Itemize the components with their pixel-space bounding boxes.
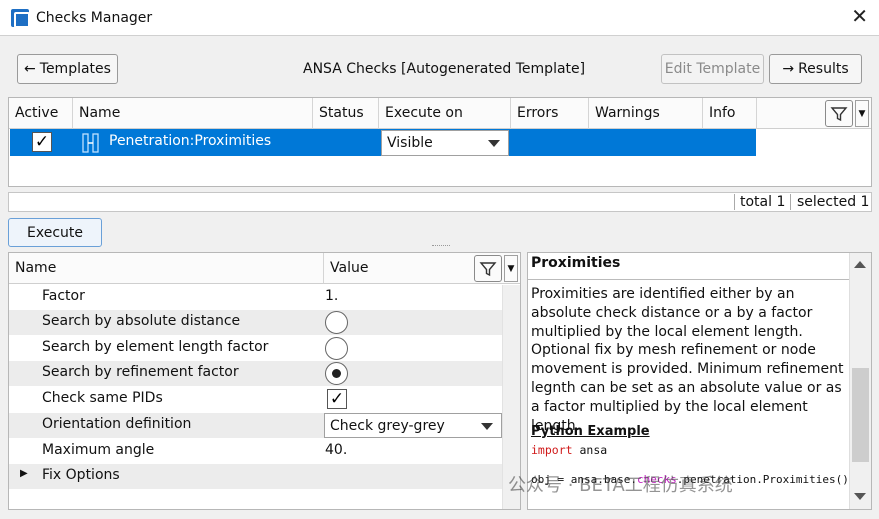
close-icon[interactable]: ✕: [851, 4, 868, 28]
element-length-factor-radio[interactable]: [325, 337, 348, 360]
refinement-factor-radio[interactable]: [325, 362, 348, 385]
status-bar: total 1 selected 1: [8, 192, 872, 212]
param-name: Check same PIDs: [42, 390, 163, 406]
param-row-refinement-factor: Search by refinement factor: [9, 361, 503, 386]
column-header-info[interactable]: Info: [703, 98, 757, 129]
info-divider: [528, 279, 850, 280]
execute-button[interactable]: Execute: [8, 218, 102, 247]
status-separator: [734, 194, 735, 210]
orientation-select[interactable]: Check grey-grey: [324, 413, 502, 438]
execute-on-select[interactable]: Visible: [381, 130, 509, 156]
results-button[interactable]: → Results: [769, 54, 862, 84]
column-header-warnings[interactable]: Warnings: [589, 98, 703, 129]
param-filter-dropdown[interactable]: ▼: [504, 255, 518, 282]
watermark: 公众号 · BETA工程仿真系统: [508, 475, 733, 496]
info-description: Proximities are identified either by an …: [531, 286, 844, 434]
execute-label: Execute: [27, 224, 83, 241]
column-header-spacer: [757, 98, 871, 129]
info-title: Proximities: [531, 255, 621, 271]
factor-value[interactable]: 1.: [325, 288, 338, 304]
app-logo-icon: [11, 9, 30, 28]
edit-template-button[interactable]: Edit Template: [661, 54, 764, 84]
param-filter-button[interactable]: [474, 255, 502, 282]
active-checkbox[interactable]: ✓: [32, 132, 52, 152]
scroll-down-icon[interactable]: [854, 493, 866, 500]
scroll-up-icon[interactable]: [854, 261, 866, 268]
table-row[interactable]: ✓ Penetration:Proximities Visible: [10, 129, 756, 156]
checks-table: Active Name Status Execute on Errors War…: [8, 97, 872, 187]
expand-arrow-icon[interactable]: ▶: [20, 468, 28, 479]
param-name: Search by refinement factor: [42, 364, 239, 380]
splitter-handle[interactable]: [432, 245, 450, 247]
param-row-orientation: Orientation definition Check grey-grey: [9, 413, 503, 438]
python-example-heading: Python Example: [531, 424, 650, 439]
info-scrollbar[interactable]: [849, 253, 871, 509]
check-item-icon: [82, 133, 99, 153]
param-name: Maximum angle: [42, 442, 155, 458]
column-header-errors[interactable]: Errors: [511, 98, 589, 129]
param-name: Fix Options: [42, 467, 120, 483]
param-name: Search by absolute distance: [42, 313, 241, 329]
total-count: total 1: [740, 194, 786, 210]
code-import-line: import ansa: [531, 443, 607, 457]
absolute-distance-radio[interactable]: [325, 311, 348, 334]
code-module: ansa: [579, 443, 608, 457]
column-header-execute-on[interactable]: Execute on: [379, 98, 511, 129]
status-separator: [790, 194, 791, 210]
param-header-name[interactable]: Name: [9, 253, 324, 284]
execute-on-value: Visible: [387, 135, 433, 151]
param-name: Orientation definition: [42, 416, 192, 432]
edit-template-label: Edit Template: [664, 61, 761, 77]
table-filter-dropdown[interactable]: ▼: [855, 100, 869, 127]
templates-button[interactable]: ← Templates: [17, 54, 118, 84]
param-row-absolute-distance: Search by absolute distance: [9, 310, 503, 335]
max-angle-value[interactable]: 40.: [325, 442, 347, 458]
results-label: Results: [798, 61, 849, 77]
arrow-left-icon: ←: [24, 61, 36, 77]
column-header-status[interactable]: Status: [313, 98, 379, 129]
orientation-value: Check grey-grey: [330, 417, 445, 434]
chevron-down-icon: ▼: [507, 263, 515, 274]
code-keyword: import: [531, 443, 573, 457]
chevron-down-icon: [481, 423, 493, 430]
filter-icon: [830, 106, 848, 121]
column-header-active[interactable]: Active: [9, 98, 73, 129]
same-pids-checkbox[interactable]: ✓: [327, 389, 347, 409]
param-row-fix-options[interactable]: ▶ Fix Options: [9, 464, 503, 489]
param-name: Factor: [42, 288, 85, 304]
parameters-table: Name Value ▼ Factor 1. Search by absolut…: [8, 252, 521, 510]
table-filter-button[interactable]: [825, 100, 853, 127]
template-title: ANSA Checks [Autogenerated Template]: [303, 61, 586, 77]
param-row-same-pids: Check same PIDs ✓: [9, 387, 503, 412]
filter-icon: [479, 261, 497, 276]
param-row-max-angle: Maximum angle 40.: [9, 439, 503, 464]
param-name: Search by element length factor: [42, 339, 269, 355]
param-row-factor: Factor 1.: [9, 285, 503, 310]
title-bar: Checks Manager ✕: [0, 0, 879, 36]
templates-label: Templates: [39, 61, 111, 77]
scroll-thumb[interactable]: [852, 368, 869, 462]
chevron-down-icon: [488, 140, 500, 147]
arrow-right-icon: →: [782, 61, 795, 77]
column-header-name[interactable]: Name: [73, 98, 313, 129]
window-title: Checks Manager: [36, 10, 153, 26]
check-name: Penetration:Proximities: [109, 133, 272, 149]
selected-count: selected 1: [797, 194, 870, 210]
chevron-down-icon: ▼: [858, 108, 866, 119]
param-row-element-length-factor: Search by element length factor: [9, 336, 503, 361]
